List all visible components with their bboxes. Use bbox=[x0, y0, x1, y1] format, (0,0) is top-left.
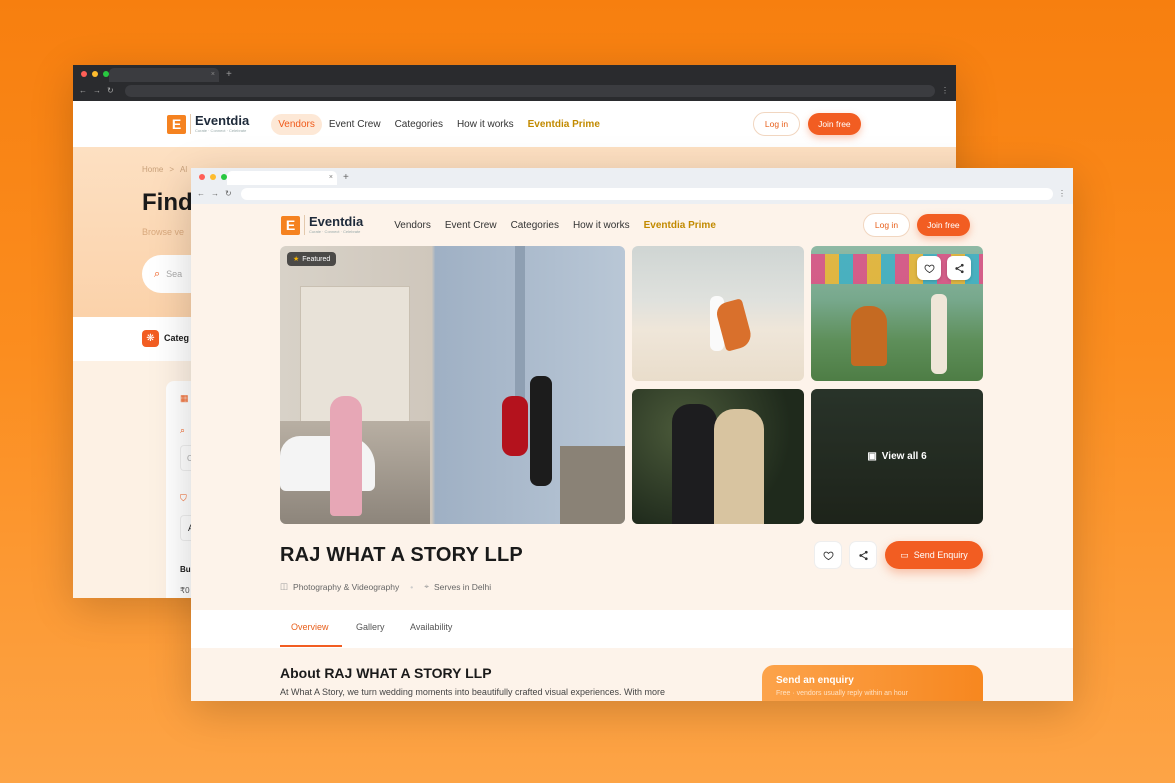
meta-separator: • bbox=[410, 581, 414, 592]
page-subtitle: Browse ve bbox=[142, 227, 185, 237]
shield-icon: ⛉ bbox=[180, 493, 187, 503]
enquiry-card: Send an enquiry Free · vendors usually r… bbox=[762, 665, 983, 701]
budget-value: ₹0 bbox=[180, 586, 190, 595]
back-icon[interactable]: ← bbox=[79, 84, 87, 98]
browser-tab[interactable]: × bbox=[109, 68, 219, 82]
nav-eventdia-prime[interactable]: Eventdia Prime bbox=[521, 114, 607, 135]
vendor-serves: Serves in Delhi bbox=[433, 581, 492, 592]
share-gallery-button[interactable] bbox=[947, 256, 971, 280]
heart-icon bbox=[822, 551, 834, 560]
reload-icon[interactable]: ↻ bbox=[107, 84, 114, 98]
tab-overview-underline bbox=[280, 645, 342, 647]
browser-chrome: × + ← → ↻ ⋮ bbox=[73, 65, 956, 101]
send-enquiry-label: Send Enquiry bbox=[913, 550, 968, 560]
tab-overview[interactable]: Overview bbox=[291, 622, 329, 632]
reload-icon[interactable]: ↻ bbox=[225, 187, 232, 201]
tab-gallery[interactable]: Gallery bbox=[356, 622, 385, 632]
vendor-name: RAJ WHAT A STORY LLP bbox=[280, 544, 523, 566]
brand-name: Eventdia bbox=[195, 113, 250, 128]
share-button[interactable] bbox=[849, 541, 877, 569]
vendor-category: Photography & Videography bbox=[293, 581, 400, 592]
vendor-meta: ◫ Photography & Videography • ⌖ Serves i… bbox=[280, 581, 491, 592]
location-pin-icon: ⌖ bbox=[424, 581, 429, 591]
browser-tab[interactable]: × bbox=[227, 171, 337, 185]
view-all-photos-tile[interactable]: ▣ View all 6 bbox=[811, 389, 983, 524]
nav-vendors[interactable]: Vendors bbox=[387, 215, 438, 236]
tab-availability[interactable]: Availability bbox=[410, 622, 452, 632]
site-header: E Eventdia Curate · Connect · Celebrate V… bbox=[73, 101, 956, 147]
about-title: About RAJ WHAT A STORY LLP bbox=[280, 665, 492, 681]
categories-icon: ❋ bbox=[142, 330, 159, 347]
nav-how-it-works[interactable]: How it works bbox=[450, 114, 521, 135]
enquiry-card-title: Send an enquiry bbox=[776, 675, 854, 686]
site-header: E Eventdia Curate · Connect · Celebrate V… bbox=[191, 204, 1073, 246]
login-button[interactable]: Log in bbox=[752, 112, 801, 136]
join-free-button[interactable]: Join free bbox=[808, 113, 861, 135]
nav-event-crew[interactable]: Event Crew bbox=[322, 114, 388, 135]
main-nav: Vendors Event Crew Categories How it wor… bbox=[387, 215, 723, 236]
nav-eventdia-prime[interactable]: Eventdia Prime bbox=[637, 215, 723, 236]
main-nav: Vendors Event Crew Categories How it wor… bbox=[271, 113, 607, 135]
favorite-gallery-button[interactable] bbox=[917, 256, 941, 280]
featured-badge: ★ Featured bbox=[287, 252, 337, 266]
budget-heading: Bu bbox=[180, 565, 191, 574]
back-icon[interactable]: ← bbox=[197, 187, 205, 201]
login-button[interactable]: Log in bbox=[862, 213, 911, 237]
address-bar[interactable] bbox=[125, 85, 935, 97]
featured-badge-label: Featured bbox=[302, 255, 331, 263]
page-title: Find bbox=[142, 189, 193, 216]
brand-tagline: Curate · Connect · Celebrate bbox=[195, 128, 247, 133]
front-browser-window: × + ← → ↻ ⋮ E Eventdia Curate · Connect · C… bbox=[191, 168, 1073, 701]
send-enquiry-button[interactable]: ▭ Send Enquiry bbox=[885, 541, 983, 569]
nav-categories[interactable]: Categories bbox=[388, 114, 450, 135]
nav-how-it-works[interactable]: How it works bbox=[566, 215, 637, 236]
menu-icon[interactable]: ⋮ bbox=[1058, 187, 1066, 201]
breadcrumb-separator: > bbox=[169, 165, 175, 174]
gallery-photo-beach[interactable] bbox=[632, 246, 804, 381]
nav-vendors[interactable]: Vendors bbox=[271, 113, 322, 135]
enquiry-card-subtitle: Free · vendors usually reply within an h… bbox=[776, 690, 908, 697]
breadcrumb-current[interactable]: Al bbox=[180, 165, 187, 174]
logo-mark-icon: E bbox=[281, 215, 300, 235]
filter-search-icon: ⌕ bbox=[180, 425, 186, 435]
breadcrumb-home[interactable]: Home bbox=[142, 165, 163, 174]
brand-tagline: Curate · Connect · Celebrate bbox=[309, 229, 361, 234]
search-icon: ⌕ bbox=[154, 267, 161, 280]
nav-categories[interactable]: Categories bbox=[504, 215, 566, 236]
search-placeholder: Sea bbox=[166, 269, 183, 279]
logo[interactable]: E Eventdia Curate · Connect · Celebrate bbox=[281, 215, 363, 235]
view-all-label: View all 6 bbox=[881, 451, 927, 462]
message-icon: ▭ bbox=[900, 549, 909, 560]
nav-event-crew[interactable]: Event Crew bbox=[438, 215, 504, 236]
menu-icon[interactable]: ⋮ bbox=[941, 84, 949, 98]
forward-icon[interactable]: → bbox=[211, 187, 219, 201]
logo-mark-icon: E bbox=[167, 114, 186, 134]
image-icon: ▣ bbox=[867, 451, 877, 462]
categories-label[interactable]: Categ bbox=[164, 333, 189, 343]
join-free-button[interactable]: Join free bbox=[917, 214, 970, 236]
about-text: At What A Story, we turn wedding moments… bbox=[280, 687, 666, 697]
address-bar[interactable] bbox=[241, 188, 1053, 200]
forward-icon[interactable]: → bbox=[93, 84, 101, 98]
favorite-button[interactable] bbox=[814, 541, 842, 569]
gallery-photo-night[interactable] bbox=[632, 389, 804, 524]
gallery-main-photo[interactable] bbox=[280, 246, 625, 524]
new-tab-icon[interactable]: + bbox=[226, 68, 232, 82]
browser-chrome: × + ← → ↻ ⋮ bbox=[191, 168, 1073, 204]
share-icon bbox=[858, 550, 868, 560]
brand-name: Eventdia bbox=[309, 214, 364, 229]
camera-icon: ◫ bbox=[280, 581, 289, 591]
share-icon bbox=[954, 263, 964, 273]
star-icon: ★ bbox=[293, 256, 300, 263]
heart-icon bbox=[923, 264, 935, 273]
logo[interactable]: E Eventdia Curate · Connect · Celebrate bbox=[167, 114, 249, 134]
breadcrumb: Home > Al bbox=[142, 165, 187, 174]
new-tab-icon[interactable]: + bbox=[343, 171, 349, 185]
vendor-tabs: Overview Gallery Availability bbox=[191, 610, 1073, 648]
calendar-icon: ▦ bbox=[180, 393, 189, 403]
